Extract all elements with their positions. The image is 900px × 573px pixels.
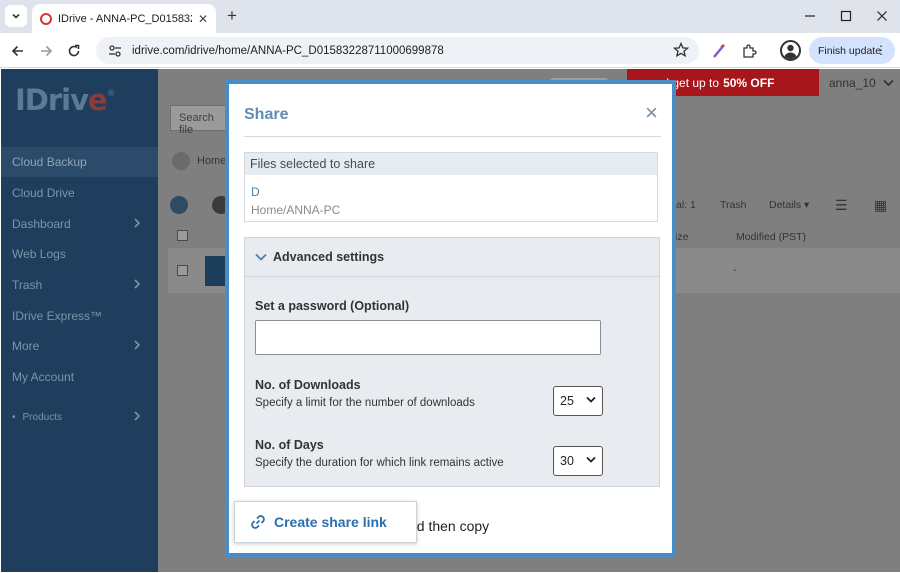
password-label: Set a password (Optional) — [255, 299, 410, 313]
extensions-puzzle-icon[interactable] — [739, 41, 759, 61]
share-dialog: Share × Files selected to share D Home/A… — [225, 80, 676, 557]
arrow-left-icon — [11, 45, 23, 57]
sidebar-item-dashboard[interactable]: Dashboard — [1, 209, 158, 239]
breadcrumb[interactable]: Home — [172, 152, 226, 170]
new-tab-button[interactable]: + — [222, 6, 242, 26]
tab-strip: IDrive - ANNA-PC_D015832287 ✕ + — [0, 0, 900, 33]
idrive-logo: IDrive® — [15, 83, 116, 117]
downloads-description: Specify a limit for the number of downlo… — [255, 397, 475, 409]
chevron-down-icon — [586, 456, 596, 463]
chevron-right-icon — [134, 279, 141, 289]
minimize-icon — [805, 15, 815, 17]
chevron-down-icon — [586, 396, 596, 403]
dialog-title: Share — [244, 106, 289, 123]
link-icon — [251, 515, 265, 529]
downloads-select[interactable]: 25 — [553, 386, 603, 416]
chevron-right-icon — [134, 411, 141, 421]
search-input[interactable]: Search file — [170, 105, 230, 136]
browser-tab[interactable]: IDrive - ANNA-PC_D015832287 ✕ — [32, 4, 216, 33]
row-modified: - — [733, 264, 737, 276]
close-window-button[interactable] — [867, 6, 897, 26]
address-bar[interactable]: idrive.com/idrive/home/ANNA-PC_D01583228… — [96, 37, 699, 64]
chevron-down-icon — [255, 253, 267, 261]
arrow-right-icon — [41, 45, 53, 57]
tab-title: IDrive - ANNA-PC_D015832287 — [58, 12, 192, 25]
bookmark-star-icon[interactable] — [673, 42, 689, 58]
select-all-checkbox[interactable] — [177, 230, 188, 241]
more-vertical-icon: ⋮ — [875, 43, 887, 57]
chevron-down-icon — [12, 13, 20, 19]
trash-link[interactable]: Trash — [720, 199, 746, 211]
close-icon — [877, 11, 887, 21]
minimize-button[interactable] — [795, 6, 825, 26]
column-modified[interactable]: Modified (PST) — [736, 231, 806, 243]
grid-view-icon[interactable]: ▦ — [874, 197, 887, 214]
share-icon[interactable] — [170, 196, 188, 214]
divider — [244, 136, 661, 137]
feather-extension-icon[interactable] — [709, 41, 729, 61]
sidebar-item-cloud-drive[interactable]: Cloud Drive — [1, 178, 158, 208]
details-dropdown[interactable]: Details ▾ — [769, 199, 809, 211]
user-menu[interactable]: anna_10 — [829, 76, 894, 90]
home-icon — [172, 152, 190, 170]
maximize-button[interactable] — [831, 6, 861, 26]
sidebar-item-more[interactable]: More — [1, 331, 158, 361]
total-count: al: 1 — [676, 199, 696, 211]
chevron-down-icon — [883, 79, 894, 87]
days-label: No. of Days — [255, 438, 324, 452]
chevron-right-icon — [134, 340, 141, 350]
sidebar-item-idrive-express[interactable]: IDrive Express™ — [1, 301, 158, 331]
file-name: D — [251, 185, 260, 199]
advanced-settings-toggle[interactable]: Advanced settings — [245, 238, 659, 277]
back-button[interactable] — [7, 40, 29, 62]
reload-button[interactable] — [63, 40, 85, 62]
downloads-label: No. of Downloads — [255, 378, 361, 392]
file-path: Home/ANNA-PC — [251, 203, 341, 217]
reload-icon — [68, 44, 80, 57]
browser-toolbar: idrive.com/idrive/home/ANNA-PC_D01583228… — [0, 33, 900, 68]
create-share-link-button[interactable]: Create share link — [234, 501, 417, 543]
tab-search-button[interactable] — [5, 5, 27, 27]
finish-update-label: Finish update — [818, 44, 882, 57]
files-selected-box: Files selected to share D Home/ANNA-PC — [244, 152, 658, 222]
advanced-settings-panel: Advanced settings Set a password (Option… — [244, 237, 660, 487]
sidebar: IDrive® Cloud Backup Cloud Drive Dashboa… — [1, 69, 158, 572]
finish-update-button[interactable]: Finish update ⋮ — [809, 37, 895, 64]
days-description: Specify the duration for which link rema… — [255, 457, 504, 469]
sidebar-item-my-account[interactable]: My Account — [1, 362, 158, 392]
profile-avatar-icon[interactable] — [780, 40, 801, 61]
files-header: Files selected to share — [245, 153, 657, 175]
sidebar-item-trash[interactable]: Trash — [1, 270, 158, 300]
sidebar-item-cloud-backup[interactable]: Cloud Backup — [1, 147, 158, 177]
close-icon[interactable]: × — [645, 102, 658, 124]
chevron-right-icon — [134, 218, 141, 228]
url-text: idrive.com/idrive/home/ANNA-PC_D01583228… — [132, 44, 444, 57]
sidebar-item-products[interactable]: • Products — [1, 402, 158, 432]
site-settings-icon[interactable] — [108, 44, 122, 58]
tab-close-icon[interactable]: ✕ — [198, 12, 208, 26]
idrive-favicon-icon — [40, 12, 52, 25]
forward-button[interactable] — [35, 40, 57, 62]
password-input[interactable] — [255, 320, 601, 355]
dot-icon: • — [12, 411, 16, 423]
list-view-icon[interactable]: ☰ — [835, 197, 848, 214]
maximize-icon — [840, 10, 852, 22]
column-size[interactable]: ize — [675, 231, 688, 243]
row-checkbox[interactable] — [177, 265, 188, 276]
days-select[interactable]: 30 — [553, 446, 603, 476]
sidebar-item-web-logs[interactable]: Web Logs — [1, 239, 158, 269]
copy-instruction-text: nd then copy — [409, 518, 490, 534]
